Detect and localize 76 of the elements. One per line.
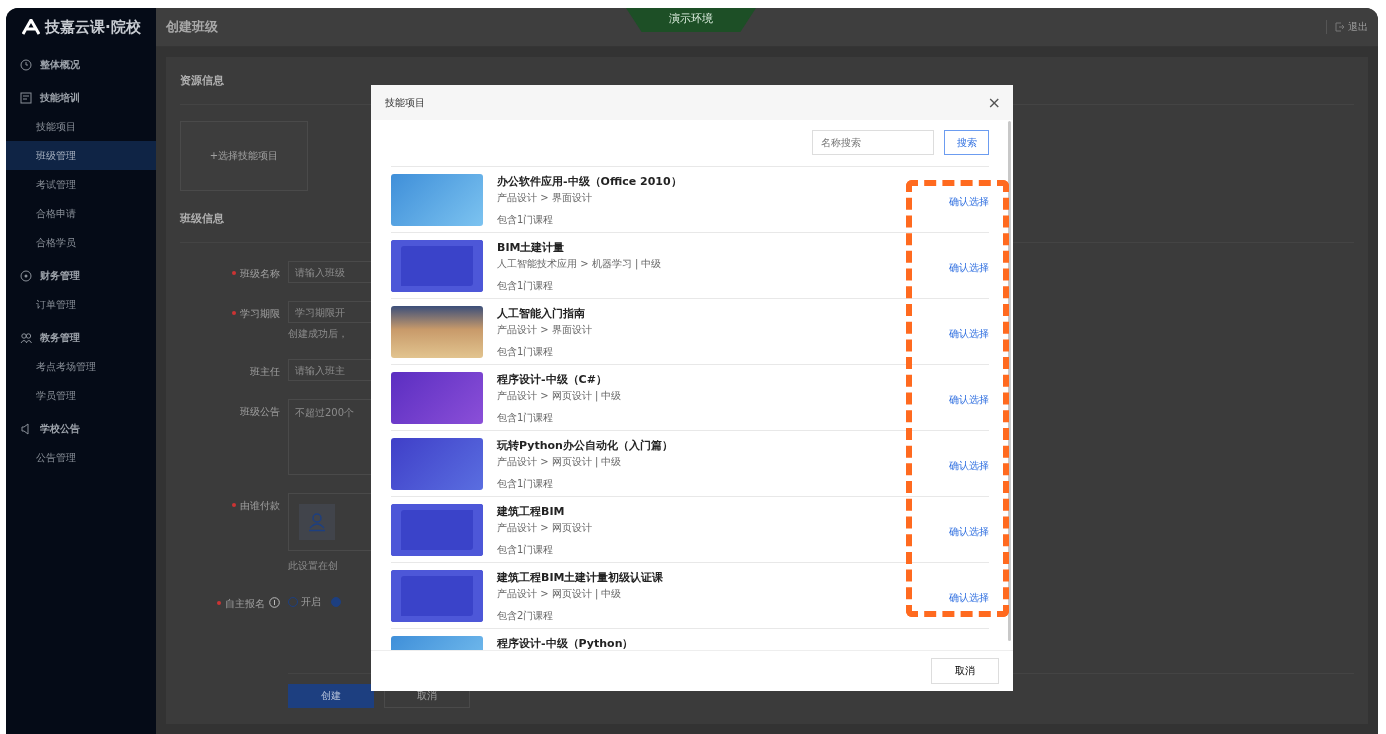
course-title: BIM土建计量 — [497, 240, 566, 255]
speaker-icon — [20, 423, 32, 435]
course-title: 玩转Python办公自动化（入门篇） — [497, 438, 674, 453]
menu-item[interactable]: 学员管理 — [6, 381, 156, 410]
menu-item[interactable]: 班级管理 — [6, 141, 156, 170]
input-field[interactable]: 请输入班级 — [288, 261, 371, 283]
field-label: 班主任 — [250, 365, 280, 379]
field-label: 由谁付款 — [240, 499, 280, 513]
menu-item[interactable]: 考试管理 — [6, 170, 156, 199]
logo-icon — [22, 19, 40, 35]
field-label: 班级公告 — [240, 405, 280, 419]
confirm-select-link[interactable]: 确认选择 — [949, 261, 989, 275]
field-label: 班级名称 — [240, 267, 280, 281]
confirm-select-link[interactable]: 确认选择 — [949, 591, 989, 605]
menu-item[interactable]: 订单管理 — [6, 290, 156, 319]
cancel-button[interactable]: 取消 — [931, 658, 999, 684]
input-field[interactable]: 请输入班主 — [288, 359, 371, 381]
environment-badge: 演示环境 — [626, 8, 756, 32]
course-count: 包含1门课程 — [497, 345, 555, 359]
info-icon — [269, 597, 280, 608]
menu-group[interactable]: 教务管理 — [40, 331, 80, 345]
category-path: 人工智能技术应用 > 机器学习 | 中级 — [497, 257, 663, 271]
user-icon — [307, 512, 327, 532]
input-field[interactable]: 学习期限开 — [288, 301, 371, 323]
payer-card[interactable] — [288, 493, 371, 551]
course-title: 办公软件应用-中级（Office 2010） — [497, 174, 683, 189]
radio-button[interactable] — [331, 597, 341, 607]
confirm-select-link[interactable]: 确认选择 — [949, 525, 989, 539]
course-count: 包含2门课程 — [497, 609, 555, 623]
category-path: 产品设计 > 网页设计 | 中级 — [497, 389, 623, 403]
course-title: 人工智能入门指南 — [497, 306, 586, 321]
course-count: 包含1门课程 — [497, 543, 555, 557]
menu-group[interactable]: 财务管理 — [40, 269, 80, 283]
document-icon — [20, 92, 32, 104]
menu-item[interactable]: 公告管理 — [6, 443, 156, 472]
menu-item[interactable]: 考点考场管理 — [6, 352, 156, 381]
confirm-select-link[interactable]: 确认选择 — [949, 327, 989, 341]
category-path: 产品设计 > 网页设计 | 中级 — [497, 455, 623, 469]
category-path: 产品设计 > 界面设计 — [497, 323, 593, 337]
field-label: 自主报名 — [225, 597, 265, 611]
category-path: 产品设计 > 界面设计 — [497, 191, 593, 205]
create-button[interactable]: 创建 — [288, 684, 374, 708]
logout-icon — [1335, 22, 1345, 32]
confirm-select-link[interactable]: 确认选择 — [949, 195, 989, 209]
logout-link[interactable]: 退出 — [1326, 20, 1368, 34]
course-count: 包含1门课程 — [497, 213, 555, 227]
radio-label[interactable]: 开启 — [301, 595, 321, 609]
logo-text: 技嘉云课·院校 — [45, 17, 141, 37]
menu-item[interactable]: 合格申请 — [6, 199, 156, 228]
page-title: 创建班级 — [166, 18, 218, 36]
course-count: 包含1门课程 — [497, 279, 555, 293]
course-title: 建筑工程BIM — [497, 504, 566, 519]
course-title: 程序设计-中级（Python） — [497, 636, 635, 650]
coin-icon — [20, 270, 32, 282]
course-title: 程序设计-中级（C#） — [497, 372, 608, 387]
field-label: 学习期限 — [240, 307, 280, 321]
select-project-button[interactable]: +选择技能项目 — [180, 121, 308, 191]
menu-group[interactable]: 技能培训 — [40, 91, 80, 105]
course-count: 包含1门课程 — [497, 411, 555, 425]
course-title: 建筑工程BIM土建计量初级认证课 — [497, 570, 665, 585]
category-path: 产品设计 > 网页设计 — [497, 521, 593, 535]
confirm-select-link[interactable]: 确认选择 — [949, 459, 989, 473]
hint-text: 此设置在创 — [288, 559, 339, 573]
people-icon — [20, 332, 32, 344]
menu-group[interactable]: 整体概况 — [40, 58, 80, 72]
menu-group[interactable]: 学校公告 — [40, 422, 80, 436]
text-area[interactable]: 不超过200个 — [288, 399, 371, 475]
clock-icon — [20, 59, 32, 71]
hint-text: 创建成功后， — [288, 327, 349, 341]
category-path: 产品设计 > 网页设计 | 中级 — [497, 587, 623, 601]
search-button[interactable]: 搜索 — [944, 130, 989, 155]
confirm-select-link[interactable]: 确认选择 — [949, 393, 989, 407]
search-field[interactable]: 名称搜索 — [812, 130, 934, 155]
menu-item[interactable]: 技能项目 — [6, 112, 156, 141]
course-count: 包含1门课程 — [497, 477, 555, 491]
menu-item[interactable]: 合格学员 — [6, 228, 156, 257]
